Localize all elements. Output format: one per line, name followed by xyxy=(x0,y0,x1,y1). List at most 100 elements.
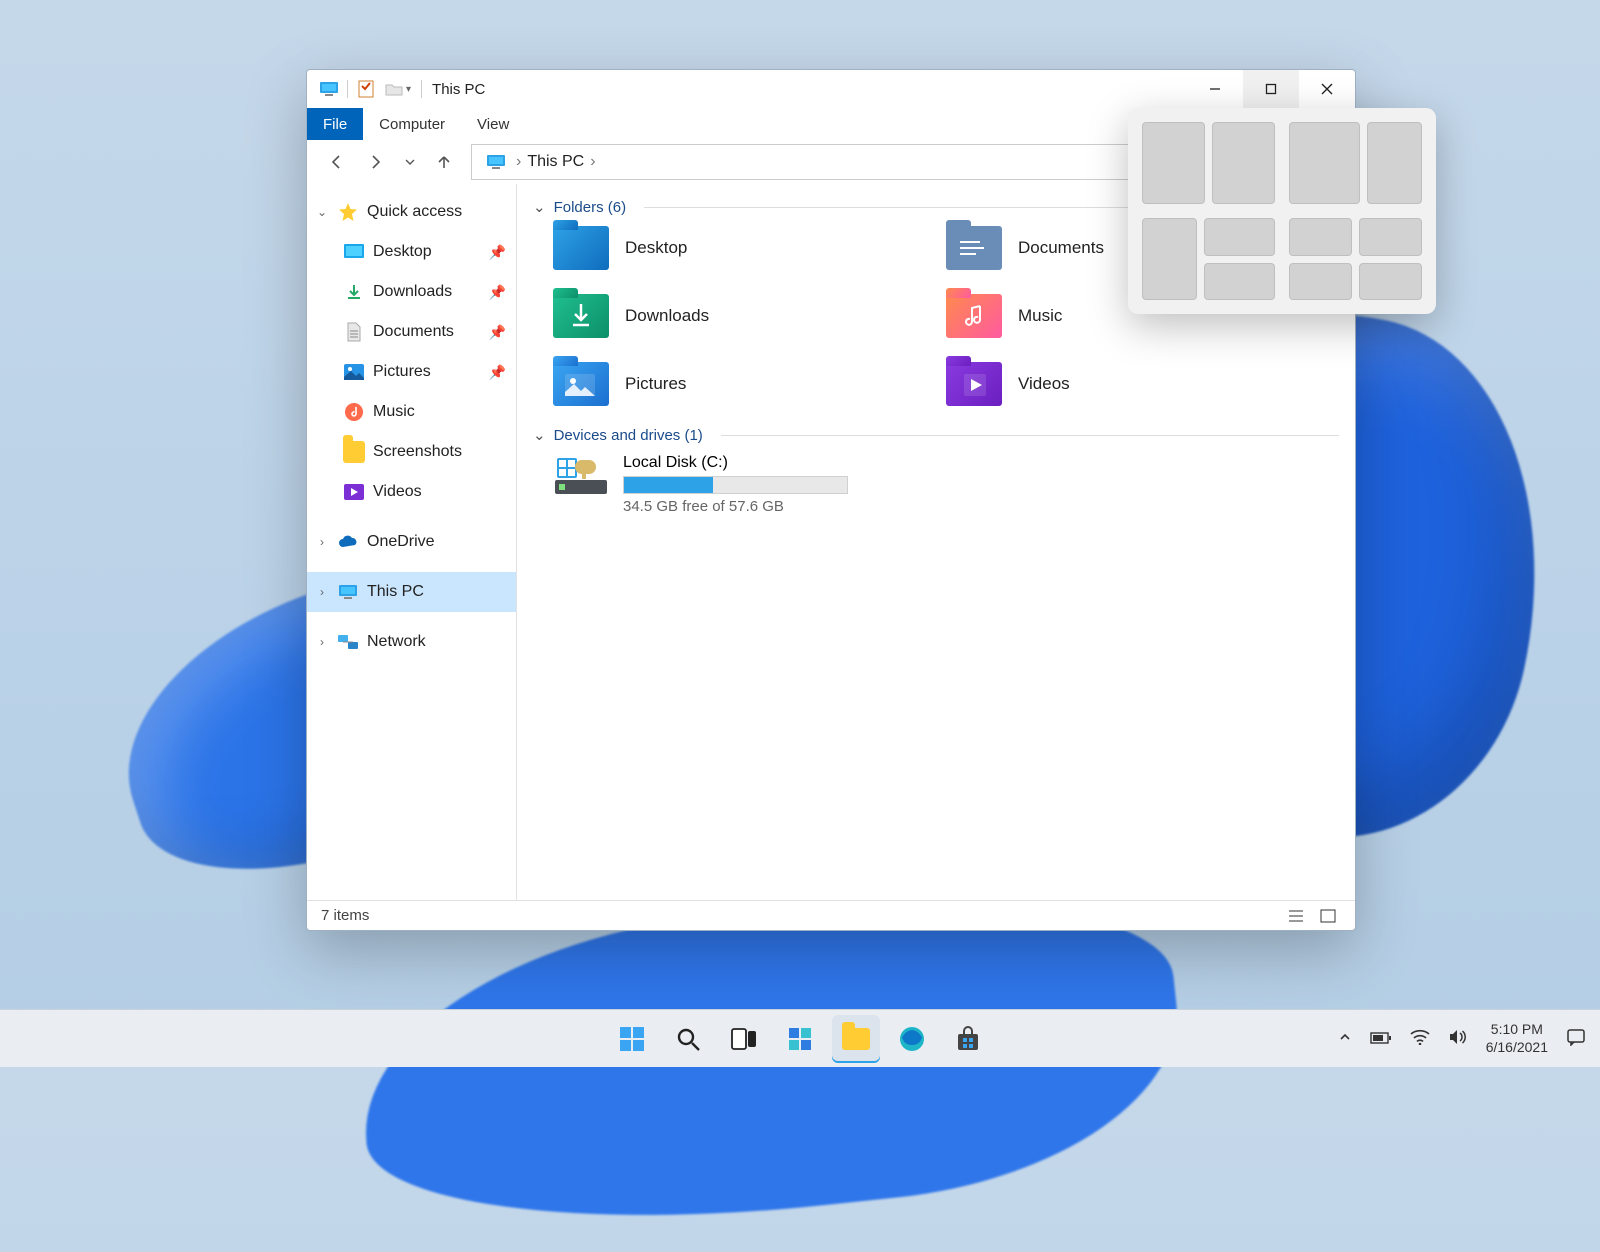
separator xyxy=(347,80,348,98)
titlebar: ▾ This PC xyxy=(307,70,1355,108)
forward-button[interactable] xyxy=(357,143,395,181)
sidebar-item-label: Desktop xyxy=(373,243,432,261)
folder-pictures[interactable]: Pictures xyxy=(553,362,946,406)
folder-label: Pictures xyxy=(625,374,686,394)
maximize-button[interactable] xyxy=(1243,70,1299,108)
sidebar-item-network[interactable]: › Network xyxy=(307,622,516,662)
sidebar-item-videos[interactable]: Videos xyxy=(307,472,516,512)
status-bar: 7 items xyxy=(307,900,1355,930)
close-button[interactable] xyxy=(1299,70,1355,108)
battery-icon[interactable] xyxy=(1370,1031,1392,1047)
item-count: 7 items xyxy=(321,907,369,924)
quick-access-dropdown[interactable]: ▾ xyxy=(406,84,411,95)
snap-layout-half[interactable] xyxy=(1142,122,1275,204)
snap-layout-quarters[interactable] xyxy=(1289,218,1422,300)
folder-label: Music xyxy=(1018,306,1062,326)
search-button[interactable] xyxy=(664,1015,712,1063)
network-icon xyxy=(337,631,359,653)
video-icon xyxy=(343,481,365,503)
breadcrumb-sep: › xyxy=(590,153,595,171)
breadcrumb[interactable]: This PC xyxy=(527,153,584,171)
tab-view[interactable]: View xyxy=(461,108,525,140)
sidebar-item-label: Screenshots xyxy=(373,443,462,461)
sidebar-item-label: Documents xyxy=(373,323,454,341)
back-button[interactable] xyxy=(317,143,355,181)
drive-usage-bar xyxy=(623,476,848,494)
sidebar-item-onedrive[interactable]: › OneDrive xyxy=(307,522,516,562)
pin-icon: 📌 xyxy=(489,244,506,261)
separator xyxy=(421,80,422,98)
folder-videos[interactable]: Videos xyxy=(946,362,1339,406)
sidebar-item-label: This PC xyxy=(367,583,424,601)
breadcrumb-sep: › xyxy=(516,153,521,171)
pin-icon: 📌 xyxy=(489,284,506,301)
sidebar-item-label: Downloads xyxy=(373,283,452,301)
chevron-right-icon: › xyxy=(315,585,329,599)
picture-icon xyxy=(343,361,365,383)
recent-dropdown[interactable] xyxy=(397,143,423,181)
details-view-button[interactable] xyxy=(1283,905,1309,927)
download-icon xyxy=(343,281,365,303)
sidebar-item-screenshots[interactable]: Screenshots xyxy=(307,432,516,472)
tray-overflow[interactable] xyxy=(1338,1030,1352,1047)
pin-icon: 📌 xyxy=(489,324,506,341)
folder-label: Documents xyxy=(1018,238,1104,258)
folder-label: Downloads xyxy=(625,306,709,326)
star-icon xyxy=(337,201,359,223)
drive-free-text: 34.5 GB free of 57.6 GB xyxy=(623,498,848,515)
system-tray: 5:10 PM 6/16/2021 xyxy=(1338,1021,1586,1056)
folder-label: Videos xyxy=(1018,374,1070,394)
file-explorer-taskbar[interactable] xyxy=(832,1015,880,1063)
snap-layouts-flyout xyxy=(1128,108,1436,314)
sidebar-item-documents[interactable]: Documents 📌 xyxy=(307,312,516,352)
notifications-button[interactable] xyxy=(1566,1028,1586,1049)
sidebar-item-music[interactable]: Music xyxy=(307,392,516,432)
minimize-button[interactable] xyxy=(1187,70,1243,108)
taskview-button[interactable] xyxy=(720,1015,768,1063)
up-button[interactable] xyxy=(425,143,463,181)
edge-button[interactable] xyxy=(888,1015,936,1063)
chevron-right-icon: › xyxy=(315,535,329,549)
sidebar-item-label: Quick access xyxy=(367,203,462,221)
sidebar-item-downloads[interactable]: Downloads 📌 xyxy=(307,272,516,312)
sidebar-item-label: Videos xyxy=(373,483,422,501)
folder-downloads[interactable]: Downloads xyxy=(553,294,946,338)
sidebar-item-desktop[interactable]: Desktop 📌 xyxy=(307,232,516,272)
sidebar-item-thispc[interactable]: › This PC xyxy=(307,572,516,612)
desktop-icon xyxy=(343,241,365,263)
cloud-icon xyxy=(337,531,359,553)
snap-layout-two-thirds[interactable] xyxy=(1289,122,1422,204)
pin-icon: 📌 xyxy=(489,364,506,381)
sidebar-item-label: Pictures xyxy=(373,363,431,381)
sidebar-item-pictures[interactable]: Pictures 📌 xyxy=(307,352,516,392)
chevron-down-icon: ⌄ xyxy=(315,205,329,219)
thispc-icon xyxy=(319,79,339,99)
folder-desktop[interactable]: Desktop xyxy=(553,226,946,270)
clock[interactable]: 5:10 PM 6/16/2021 xyxy=(1486,1021,1548,1056)
taskbar: 5:10 PM 6/16/2021 xyxy=(0,1009,1600,1067)
folder-label: Desktop xyxy=(625,238,687,258)
widgets-button[interactable] xyxy=(776,1015,824,1063)
store-button[interactable] xyxy=(944,1015,992,1063)
thispc-icon xyxy=(486,152,506,172)
tab-file[interactable]: File xyxy=(307,108,363,140)
chevron-right-icon: › xyxy=(315,635,329,649)
chevron-down-icon: ⌄ xyxy=(533,426,546,444)
drive-label: Local Disk (C:) xyxy=(623,454,848,472)
wifi-icon[interactable] xyxy=(1410,1029,1430,1048)
folder-icon[interactable] xyxy=(384,79,404,99)
group-header-drives[interactable]: ⌄ Devices and drives (1) xyxy=(533,426,1339,444)
start-button[interactable] xyxy=(608,1015,656,1063)
folder-icon xyxy=(343,441,365,463)
sidebar-quick-access[interactable]: ⌄ Quick access xyxy=(307,192,516,232)
sidebar-item-label: OneDrive xyxy=(367,533,435,551)
checklist-icon[interactable] xyxy=(356,79,376,99)
drive-icon xyxy=(553,454,609,498)
tab-computer[interactable]: Computer xyxy=(363,108,461,140)
document-icon xyxy=(343,321,365,343)
drive-c[interactable]: Local Disk (C:) 34.5 GB free of 57.6 GB xyxy=(533,454,1339,515)
snap-layout-three[interactable] xyxy=(1142,218,1275,300)
music-icon xyxy=(343,401,365,423)
tiles-view-button[interactable] xyxy=(1315,905,1341,927)
volume-icon[interactable] xyxy=(1448,1029,1468,1048)
